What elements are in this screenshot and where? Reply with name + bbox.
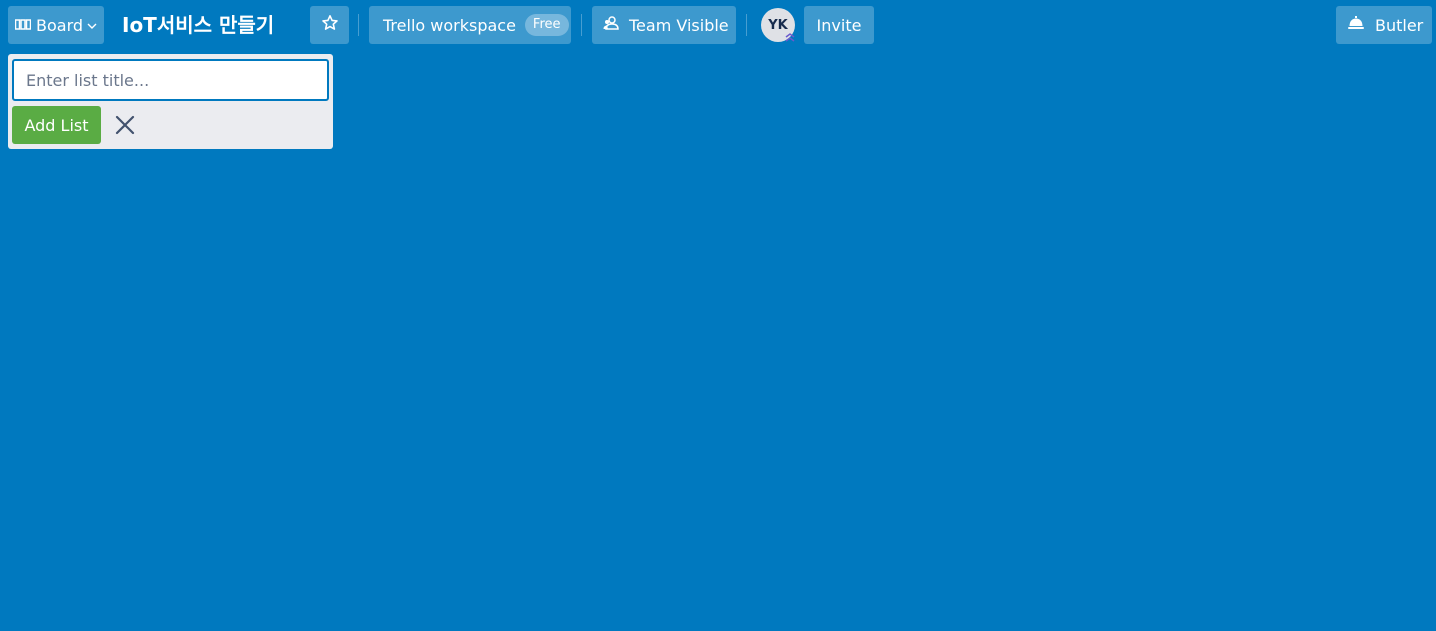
plan-badge: Free	[524, 14, 569, 36]
team-visible-icon	[603, 15, 620, 35]
board-icon	[14, 16, 32, 35]
visibility-label: Team Visible	[629, 15, 729, 35]
add-list-button[interactable]: Add List	[12, 106, 101, 144]
star-icon	[321, 14, 339, 36]
board-title[interactable]: IoT서비스 만들기	[122, 6, 274, 44]
header-divider	[581, 14, 582, 36]
invite-label: Invite	[816, 15, 862, 35]
header-divider	[358, 14, 359, 36]
board-header: Board IoT서비스 만들기 Trello workspace Free T…	[0, 0, 1436, 52]
close-icon[interactable]	[112, 112, 138, 138]
chevron-down-icon	[87, 16, 97, 35]
board-view-button[interactable]: Board	[8, 6, 104, 44]
member-avatar[interactable]: YK	[761, 8, 795, 42]
header-divider	[746, 14, 747, 36]
invite-button[interactable]: Invite	[804, 6, 874, 44]
list-title-input[interactable]	[12, 59, 329, 101]
board-view-label: Board	[36, 15, 84, 35]
admin-chevrons-icon	[784, 31, 796, 43]
butler-button[interactable]: Butler	[1336, 6, 1432, 44]
workspace-label: Trello workspace	[383, 15, 516, 35]
workspace-button[interactable]: Trello workspace Free	[369, 6, 571, 44]
star-button[interactable]	[310, 6, 349, 44]
butler-bell-icon	[1347, 15, 1365, 35]
add-list-form: Add List	[8, 54, 333, 149]
visibility-button[interactable]: Team Visible	[592, 6, 736, 44]
butler-label: Butler	[1375, 15, 1424, 35]
